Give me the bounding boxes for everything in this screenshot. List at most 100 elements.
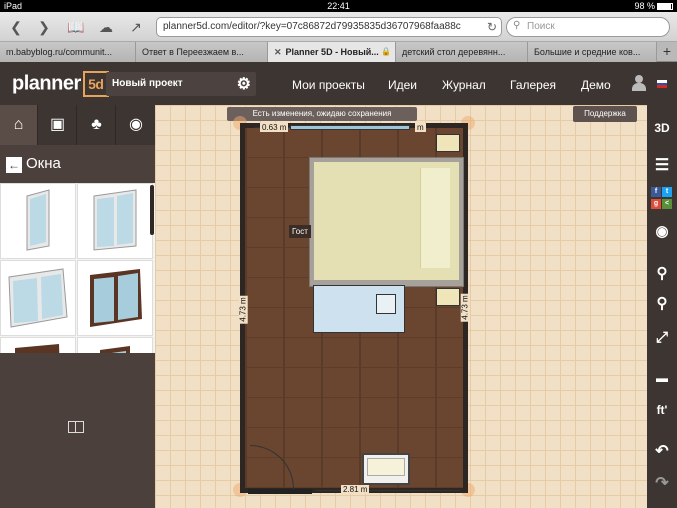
browser-tab[interactable]: Ответ в Переезжаем в... xyxy=(136,42,268,62)
browser-tab[interactable]: Большие и средние ков... xyxy=(528,42,657,62)
tab-label: Большие и средние ков... xyxy=(534,47,641,57)
icloud-icon[interactable]: ☁ xyxy=(96,18,116,36)
window-double-icon xyxy=(93,189,137,251)
battery-icon xyxy=(657,3,673,10)
nav-journal[interactable]: Журнал xyxy=(442,78,486,92)
lock-icon: 🔒 xyxy=(381,47,391,56)
ios-status-bar: iPad 22:41 98 % xyxy=(0,0,677,12)
left-dimension-label: 4.73 m xyxy=(238,295,248,324)
search-input[interactable]: ⚲ Поиск xyxy=(506,17,670,37)
panel-toggle-icon[interactable] xyxy=(68,421,84,433)
close-tab-icon[interactable]: ✕ xyxy=(274,47,282,57)
camera-icon[interactable]: ◉ xyxy=(649,219,675,245)
forward-icon[interactable]: ❯ xyxy=(34,18,54,36)
gear-icon[interactable]: ⚙ xyxy=(237,74,251,94)
project-name-field[interactable]: Новый проект ⚙ xyxy=(106,72,256,96)
user-icon[interactable] xyxy=(632,75,646,91)
facebook-icon[interactable]: f xyxy=(651,187,661,197)
share-icon[interactable]: ↗ xyxy=(126,18,146,36)
right-toolbar: 3D ☰ f t g < ◉ ⚲ ⚲ ⤢ ▬ ft' ↶ ↷ xyxy=(647,105,677,508)
bed-object[interactable] xyxy=(309,157,464,287)
save-status-banner: Есть изменения, ожидаю сохранения xyxy=(227,107,417,121)
zoom-out-icon[interactable]: ⚲ xyxy=(649,291,675,317)
section-title-text: Окна xyxy=(26,155,61,172)
chair-object[interactable] xyxy=(376,294,396,314)
furniture-icon[interactable]: ▣ xyxy=(39,105,77,145)
view-3d-button[interactable]: 3D xyxy=(649,115,675,141)
google-plus-icon[interactable]: g xyxy=(651,199,661,209)
tab-label: детский стол деревянн... xyxy=(402,47,506,57)
eye-icon[interactable]: ◉ xyxy=(117,105,155,145)
tab-label: m.babyblog.ru/communit... xyxy=(6,47,113,57)
url-text: planner5d.com/editor/?key=07c86872d79935… xyxy=(163,21,461,32)
units-button[interactable]: ft' xyxy=(649,397,675,423)
home-icon[interactable]: ⌂ xyxy=(0,105,38,145)
battery-percent: 98 % xyxy=(634,1,655,11)
nightstand-object[interactable] xyxy=(436,288,460,306)
window-item[interactable] xyxy=(0,260,76,336)
sofa-object[interactable] xyxy=(362,453,410,485)
undo-icon[interactable]: ↶ xyxy=(649,439,675,465)
redo-icon[interactable]: ↷ xyxy=(649,471,675,497)
desk-object[interactable] xyxy=(313,285,405,333)
window-object[interactable] xyxy=(290,125,410,130)
nav-my-projects[interactable]: Мои проекты xyxy=(292,78,365,92)
nav-ideas[interactable]: Идеи xyxy=(388,78,417,92)
top-dimension-end-label: m xyxy=(415,123,426,132)
window-wide-icon xyxy=(8,268,68,328)
window-single-icon xyxy=(26,189,50,251)
browser-toolbar: ❮ ❯ 📖 ☁ ↗ planner5d.com/editor/?key=07c8… xyxy=(0,12,677,42)
top-dimension-label: 0.63 m xyxy=(260,123,289,132)
window-item[interactable] xyxy=(0,337,76,353)
planner5d-logo[interactable]: planner 5d xyxy=(12,71,109,97)
bottom-dimension-label: 2.81 m xyxy=(341,485,370,494)
fit-screen-icon[interactable]: ⤢ xyxy=(649,325,675,351)
share-icon[interactable]: < xyxy=(662,199,672,209)
room-label[interactable]: Гост xyxy=(289,225,311,238)
language-flag-icon[interactable] xyxy=(657,80,667,88)
window-brown-icon xyxy=(15,344,60,353)
right-dimension-label: 4.73 m xyxy=(460,293,470,322)
window-brown-icon xyxy=(100,346,130,353)
window-item[interactable] xyxy=(77,337,153,353)
new-tab-button[interactable]: + xyxy=(657,42,677,62)
browser-tab[interactable]: m.babyblog.ru/communit... xyxy=(0,42,136,62)
battery-indicator: 98 % xyxy=(634,1,673,11)
dimension-line xyxy=(315,490,460,491)
twitter-icon[interactable]: t xyxy=(662,187,672,197)
reload-icon[interactable]: ↻ xyxy=(487,20,497,34)
tab-label: Ответ в Переезжаем в... xyxy=(142,47,244,57)
catalog-scrollbar[interactable] xyxy=(150,185,154,235)
support-button[interactable]: Поддержка xyxy=(573,106,637,122)
nav-gallery[interactable]: Галерея xyxy=(510,78,556,92)
zoom-in-icon[interactable]: ⚲ xyxy=(649,261,675,287)
tree-icon[interactable]: ♣ xyxy=(78,105,116,145)
window-item[interactable] xyxy=(0,183,76,259)
window-item[interactable] xyxy=(77,260,153,336)
window-item[interactable] xyxy=(77,183,153,259)
project-name: Новый проект xyxy=(112,78,183,89)
browser-tab-bar: m.babyblog.ru/communit... Ответ в Переез… xyxy=(0,42,677,62)
back-icon[interactable]: ❮ xyxy=(6,18,26,36)
tab-label: Planner 5D - Новый... xyxy=(285,47,379,57)
logo-mark: 5d xyxy=(82,71,109,97)
address-bar[interactable]: planner5d.com/editor/?key=07c86872d79935… xyxy=(156,17,502,37)
search-placeholder: Поиск xyxy=(527,21,555,32)
nightstand-object[interactable] xyxy=(436,134,460,152)
search-icon: ⚲ xyxy=(513,20,521,31)
app-header: planner 5d Новый проект ⚙ Мои проекты Иде… xyxy=(0,62,677,105)
door-object[interactable] xyxy=(248,489,312,494)
clock: 22:41 xyxy=(327,1,350,11)
list-icon[interactable]: ☰ xyxy=(649,153,675,179)
browser-tab[interactable]: детский стол деревянн... xyxy=(396,42,528,62)
nav-demo[interactable]: Демо xyxy=(581,78,611,92)
section-title[interactable]: ← Окна xyxy=(0,149,155,179)
catalog-category-tabs: ⌂ ▣ ♣ ◉ xyxy=(0,105,155,145)
bed-pillow xyxy=(420,168,450,268)
bookmarks-icon[interactable]: 📖 xyxy=(66,18,86,36)
ruler-icon[interactable]: ▬ xyxy=(649,365,675,391)
browser-tab-active[interactable]: ✕ Planner 5D - Новый... 🔒 xyxy=(268,42,396,62)
back-arrow-icon[interactable]: ← xyxy=(6,157,22,173)
floor-plan-canvas[interactable]: Есть изменения, ожидаю сохранения 0.63 m… xyxy=(155,105,647,508)
window-brown-icon xyxy=(90,269,142,327)
